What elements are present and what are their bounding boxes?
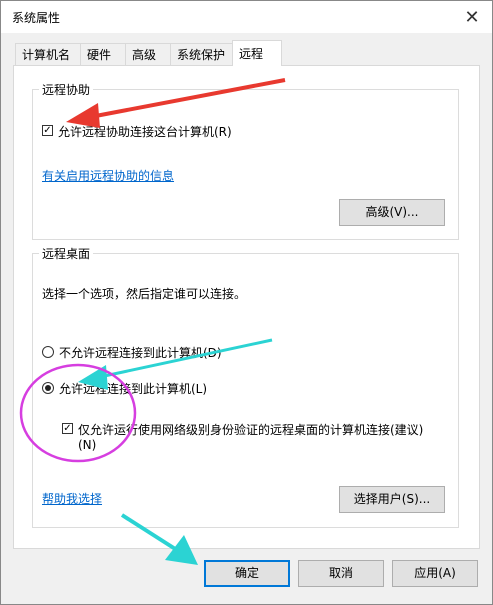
nla-label-line1: 仅允许运行使用网络级别身份验证的远程桌面的计算机连接(建议) <box>78 423 424 437</box>
remote-desktop-instruction: 选择一个选项，然后指定谁可以连接。 <box>42 287 247 301</box>
tab-system-protection[interactable]: 系统保护 <box>170 43 233 65</box>
disallow-remote-label: 不允许远程连接到此计算机(D) <box>59 346 222 360</box>
tab-computer-name[interactable]: 计算机名 <box>15 43 81 65</box>
allow-remote-assistance-label: 允许远程协助连接这台计算机(R) <box>58 125 232 139</box>
button-label: 取消 <box>328 566 353 580</box>
nla-label-line2: (N) <box>78 438 97 452</box>
group-title: 远程协助 <box>39 81 94 98</box>
tab-label: 系统保护 <box>177 48 226 62</box>
title-bar: 系统属性 ✕ <box>1 1 492 33</box>
close-icon: ✕ <box>464 6 480 28</box>
window-title: 系统属性 <box>12 11 61 25</box>
allow-remote-radio[interactable] <box>42 382 54 394</box>
tab-advanced[interactable]: 高级 <box>125 43 171 65</box>
tab-label: 远程 <box>239 47 264 61</box>
remote-assistance-info-link[interactable]: 有关启用远程协助的信息 <box>42 167 174 184</box>
cancel-button[interactable]: 取消 <box>298 560 384 587</box>
group-title: 远程桌面 <box>39 245 94 262</box>
button-label: 选择用户(S)... <box>353 492 431 506</box>
system-properties-window: 系统属性 ✕ 计算机名 硬件 高级 系统保护 远程 远程协助 ✓ 允许远程协助连… <box>0 0 493 605</box>
remote-tab-panel: 远程协助 ✓ 允许远程协助连接这台计算机(R) 有关启用远程协助的信息 高级(V… <box>13 65 480 549</box>
apply-button[interactable]: 应用(A) <box>392 560 478 587</box>
select-users-button[interactable]: 选择用户(S)... <box>339 486 445 513</box>
disallow-remote-radio[interactable] <box>42 346 54 358</box>
tab-label: 计算机名 <box>22 48 71 62</box>
button-label: 应用(A) <box>414 566 456 580</box>
button-label: 高级(V)... <box>365 205 419 219</box>
checkmark-icon: ✓ <box>43 125 52 136</box>
remote-assistance-group: 远程协助 ✓ 允许远程协助连接这台计算机(R) 有关启用远程协助的信息 高级(V… <box>32 81 459 240</box>
tab-label: 硬件 <box>87 48 112 62</box>
remote-desktop-group: 远程桌面 选择一个选项，然后指定谁可以连接。 不允许远程连接到此计算机(D) 允… <box>32 245 459 528</box>
allow-remote-assistance-checkbox[interactable]: ✓ <box>42 125 53 136</box>
allow-remote-label: 允许远程连接到此计算机(L) <box>59 382 208 396</box>
nla-checkbox[interactable]: ✓ <box>62 423 73 434</box>
tab-remote[interactable]: 远程 <box>232 40 282 66</box>
checkmark-icon: ✓ <box>63 423 72 434</box>
ok-button[interactable]: 确定 <box>204 560 290 587</box>
advanced-button[interactable]: 高级(V)... <box>339 199 445 226</box>
tab-hardware[interactable]: 硬件 <box>80 43 126 65</box>
close-button[interactable]: ✕ <box>452 1 492 33</box>
button-label: 确定 <box>234 566 259 580</box>
tab-label: 高级 <box>132 48 157 62</box>
radio-selected-dot <box>45 385 51 391</box>
help-me-choose-link[interactable]: 帮助我选择 <box>42 490 102 507</box>
